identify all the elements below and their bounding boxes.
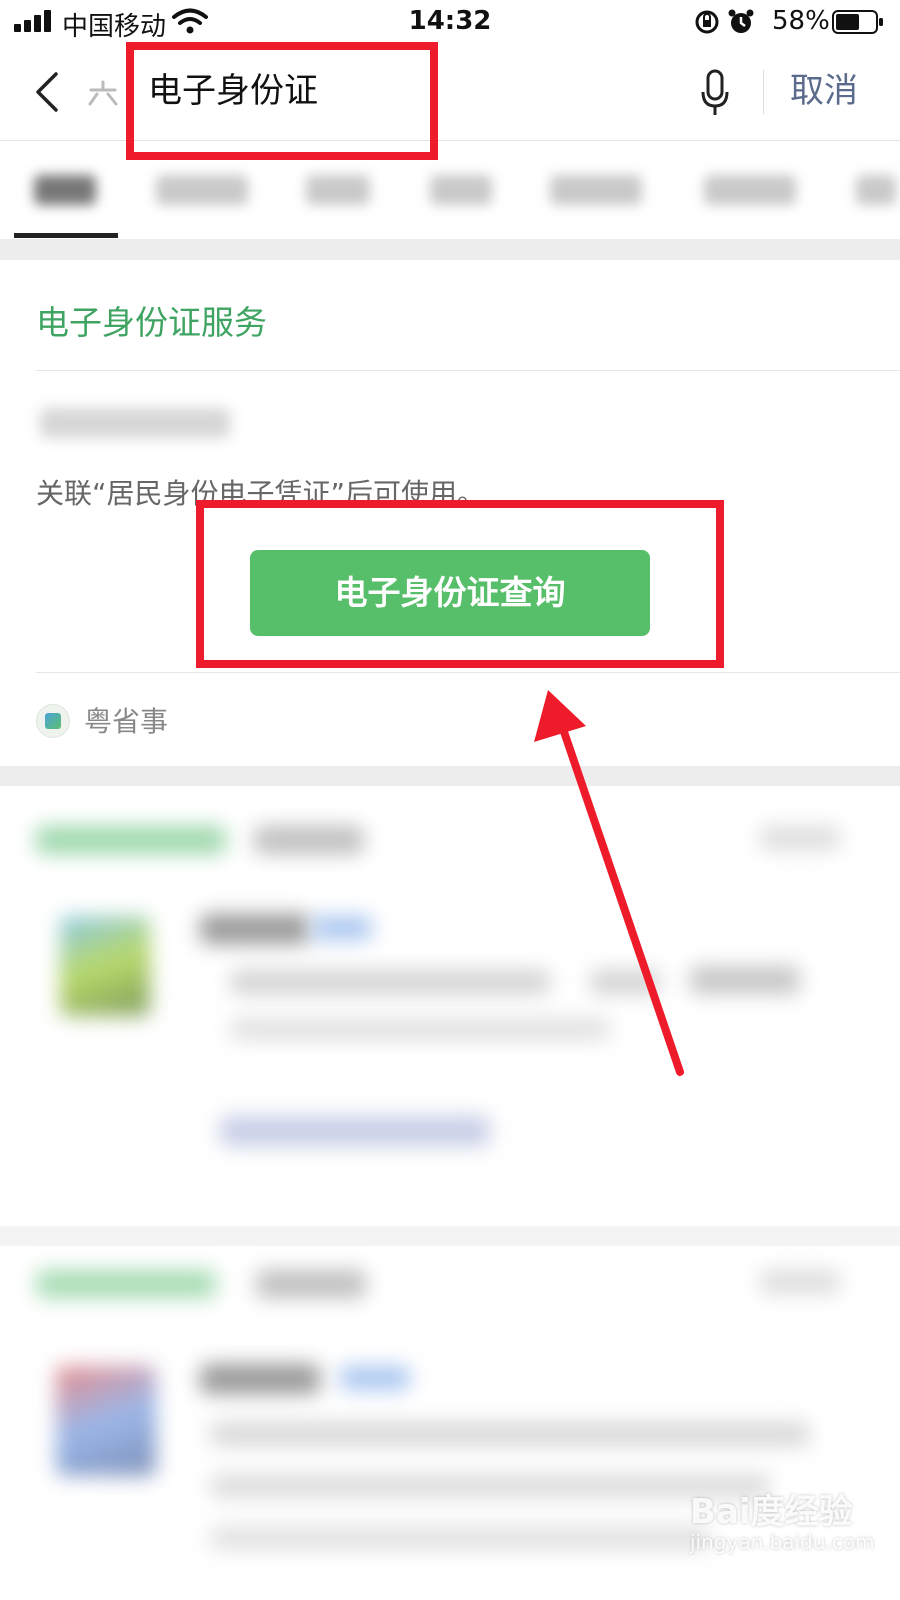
annotation-arrow	[534, 690, 684, 1076]
watermark-url: jingyan.baidu.com	[690, 1530, 875, 1554]
watermark-logo: Bai度经验	[690, 1492, 853, 1532]
